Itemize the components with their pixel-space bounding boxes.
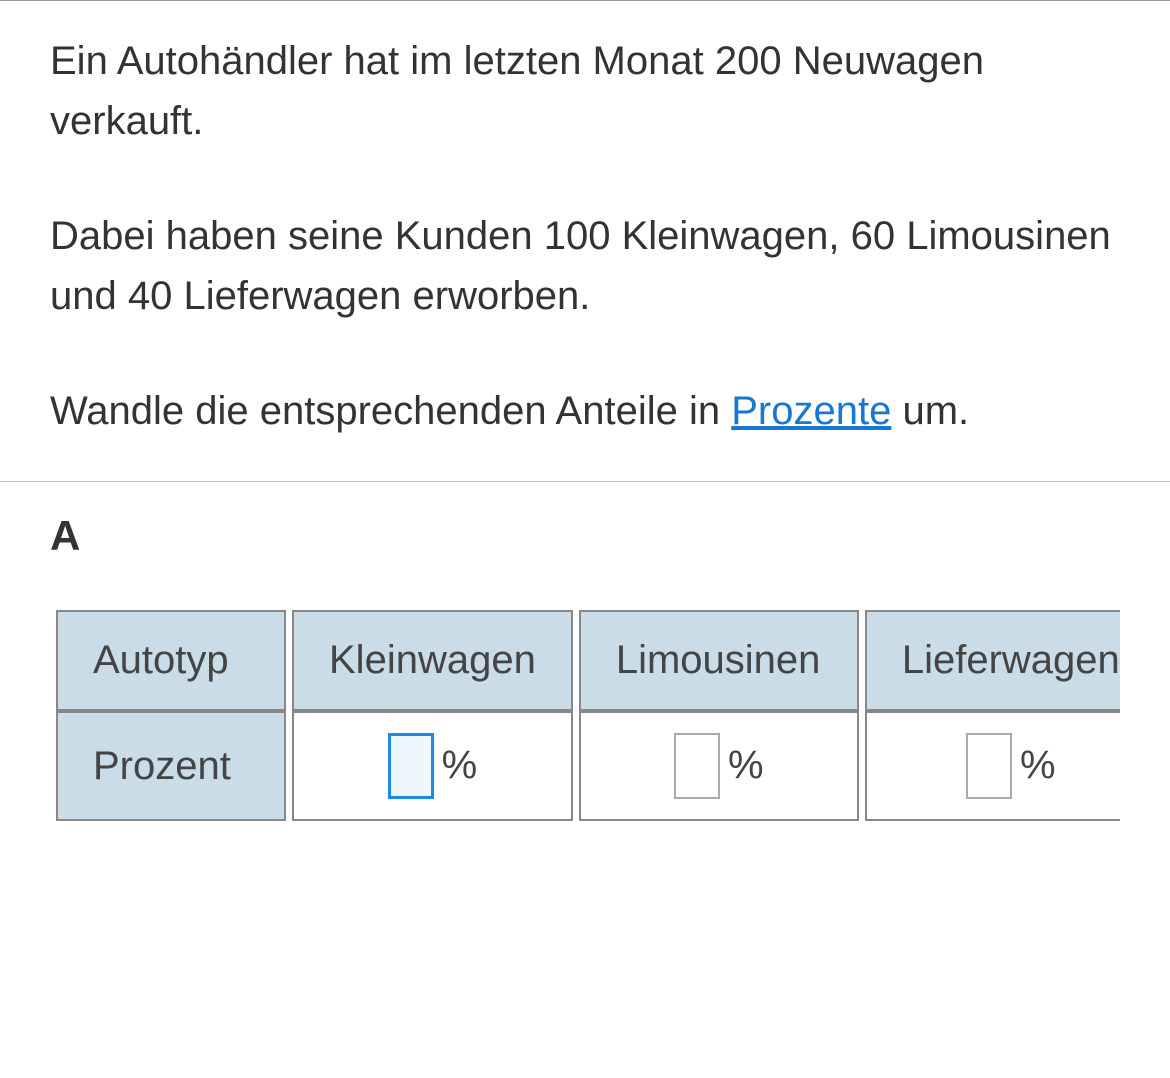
cell-lieferwagen: %	[865, 711, 1120, 821]
prozente-link[interactable]: Prozente	[731, 389, 891, 433]
input-lieferwagen[interactable]	[966, 733, 1012, 799]
col-header-kleinwagen: Kleinwagen	[292, 610, 573, 711]
col-header-lieferwagen: Lieferwagen	[865, 610, 1120, 711]
cell-kleinwagen: %	[292, 711, 573, 821]
input-limousinen[interactable]	[674, 733, 720, 799]
col-header-limousinen: Limousinen	[579, 610, 859, 711]
paragraph-3-prefix: Wandle die entsprechenden Anteile in	[50, 389, 731, 433]
unit-limousinen: %	[728, 744, 764, 788]
paragraph-3-suffix: um.	[891, 389, 969, 433]
row-header-prozent: Prozent	[56, 711, 286, 821]
problem-paragraph-3: Wandle die entsprechenden Anteile in Pro…	[50, 381, 1120, 441]
unit-kleinwagen: %	[442, 744, 478, 788]
unit-lieferwagen: %	[1020, 744, 1056, 788]
section-label: A	[50, 512, 1120, 560]
answer-table-wrapper: Autotyp Kleinwagen Limousinen Lieferwage…	[50, 610, 1120, 821]
problem-paragraph-1: Ein Autohändler hat im letzten Monat 200…	[50, 31, 1120, 151]
row-header-autotyp: Autotyp	[56, 610, 286, 711]
answer-table: Autotyp Kleinwagen Limousinen Lieferwage…	[50, 610, 1120, 821]
problem-statement: Ein Autohändler hat im letzten Monat 200…	[0, 1, 1170, 481]
cell-limousinen: %	[579, 711, 859, 821]
problem-paragraph-2: Dabei haben seine Kunden 100 Kleinwagen,…	[50, 206, 1120, 326]
input-kleinwagen[interactable]	[388, 733, 434, 799]
